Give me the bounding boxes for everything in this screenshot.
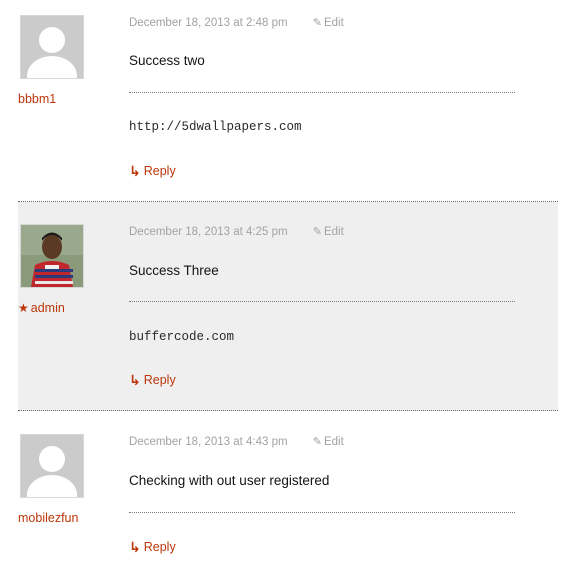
edit-label[interactable]: Edit — [324, 226, 344, 238]
edit-link[interactable]: ✎ Edit — [313, 436, 344, 448]
comment-date-link[interactable]: December 18, 2013 at 4:25 pm — [129, 226, 288, 238]
comment-date-link[interactable]: December 18, 2013 at 2:48 pm — [129, 17, 288, 29]
comment-author-link[interactable]: ★ admin — [18, 301, 65, 315]
comment-author-link[interactable]: bbbm1 — [18, 92, 56, 106]
signature-divider — [129, 301, 515, 302]
edit-link[interactable]: ✎ Edit — [313, 17, 344, 29]
star-icon: ★ — [18, 301, 29, 315]
pencil-icon: ✎ — [312, 17, 322, 29]
comment-text: Success two — [129, 53, 205, 68]
comment-author-link[interactable]: mobilezfun — [18, 511, 78, 525]
reply-label[interactable]: Reply — [144, 373, 176, 387]
comment-item: mobilezfun December 18, 2013 at 4:43 pm … — [18, 411, 558, 565]
comment-signature: http://5dwallpapers.com — [129, 120, 302, 134]
comment-signature: buffercode.com — [129, 330, 235, 344]
reply-arrow-icon: ↳ — [129, 372, 141, 388]
comment-meta: December 18, 2013 at 4:43 pm ✎ Edit — [129, 435, 344, 448]
reply-link[interactable]: ↳ Reply — [129, 539, 176, 556]
signature-divider — [129, 512, 515, 513]
author-name[interactable]: bbbm1 — [18, 92, 56, 106]
pencil-icon: ✎ — [312, 436, 322, 448]
comment-meta: December 18, 2013 at 2:48 pm ✎ Edit — [129, 16, 344, 29]
reply-link[interactable]: ↳ Reply — [129, 372, 176, 389]
author-name[interactable]: admin — [31, 301, 65, 315]
reply-link[interactable]: ↳ Reply — [129, 163, 176, 180]
comment-item-admin: ★ admin December 18, 2013 at 4:25 pm ✎ Edi… — [18, 202, 558, 411]
author-name[interactable]: mobilezfun — [18, 511, 78, 525]
reply-arrow-icon: ↳ — [129, 163, 141, 179]
comment-text: Success Three — [129, 263, 219, 278]
edit-link[interactable]: ✎ Edit — [313, 226, 344, 238]
edit-label[interactable]: Edit — [324, 436, 344, 448]
comment-item: bbbm1 December 18, 2013 at 2:48 pm ✎ Edit… — [18, 0, 558, 202]
signature-divider — [129, 92, 515, 93]
comment-text: Checking with out user registered — [129, 473, 330, 488]
default-avatar[interactable] — [20, 15, 84, 79]
reply-label[interactable]: Reply — [144, 164, 176, 178]
admin-avatar[interactable] — [20, 224, 84, 288]
comment-date-link[interactable]: December 18, 2013 at 4:43 pm — [129, 436, 288, 448]
pencil-icon: ✎ — [312, 226, 322, 238]
default-avatar[interactable] — [20, 434, 84, 498]
comment-meta: December 18, 2013 at 4:25 pm ✎ Edit — [129, 225, 344, 238]
edit-label[interactable]: Edit — [324, 17, 344, 29]
reply-arrow-icon: ↳ — [129, 539, 141, 555]
reply-label[interactable]: Reply — [144, 540, 176, 554]
